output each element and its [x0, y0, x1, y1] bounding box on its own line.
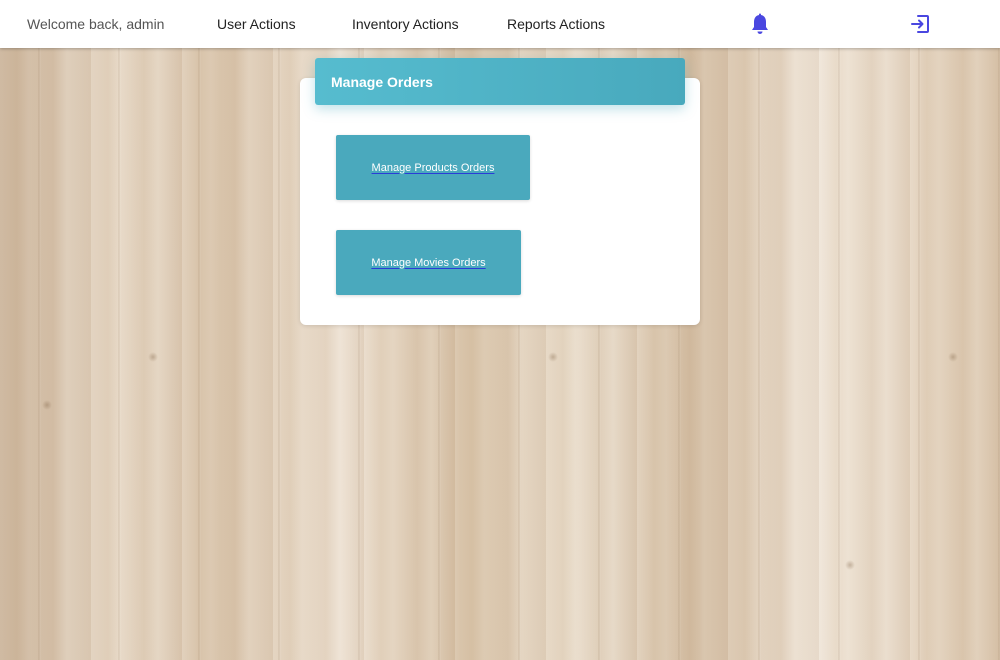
top-navbar: Welcome back, admin User Actions Invento…: [0, 0, 1000, 48]
bell-icon[interactable]: [750, 13, 770, 35]
wood-knot: [948, 352, 958, 362]
manage-movies-orders-button[interactable]: Manage Movies Orders: [336, 230, 521, 295]
card-title: Manage Orders: [315, 58, 685, 105]
manage-movies-orders-link[interactable]: Manage Movies Orders: [371, 257, 485, 269]
welcome-text: Welcome back, admin: [27, 16, 165, 32]
wood-knot: [42, 400, 52, 410]
wood-knot: [148, 352, 158, 362]
nav-reports-actions[interactable]: Reports Actions: [507, 16, 605, 32]
manage-products-orders-link[interactable]: Manage Products Orders: [372, 162, 495, 174]
wood-knot: [548, 352, 558, 362]
logout-icon[interactable]: [909, 13, 931, 35]
manage-products-orders-button[interactable]: Manage Products Orders: [336, 135, 530, 200]
wood-knot: [845, 560, 855, 570]
nav-user-actions[interactable]: User Actions: [217, 16, 296, 32]
nav-inventory-actions[interactable]: Inventory Actions: [352, 16, 459, 32]
